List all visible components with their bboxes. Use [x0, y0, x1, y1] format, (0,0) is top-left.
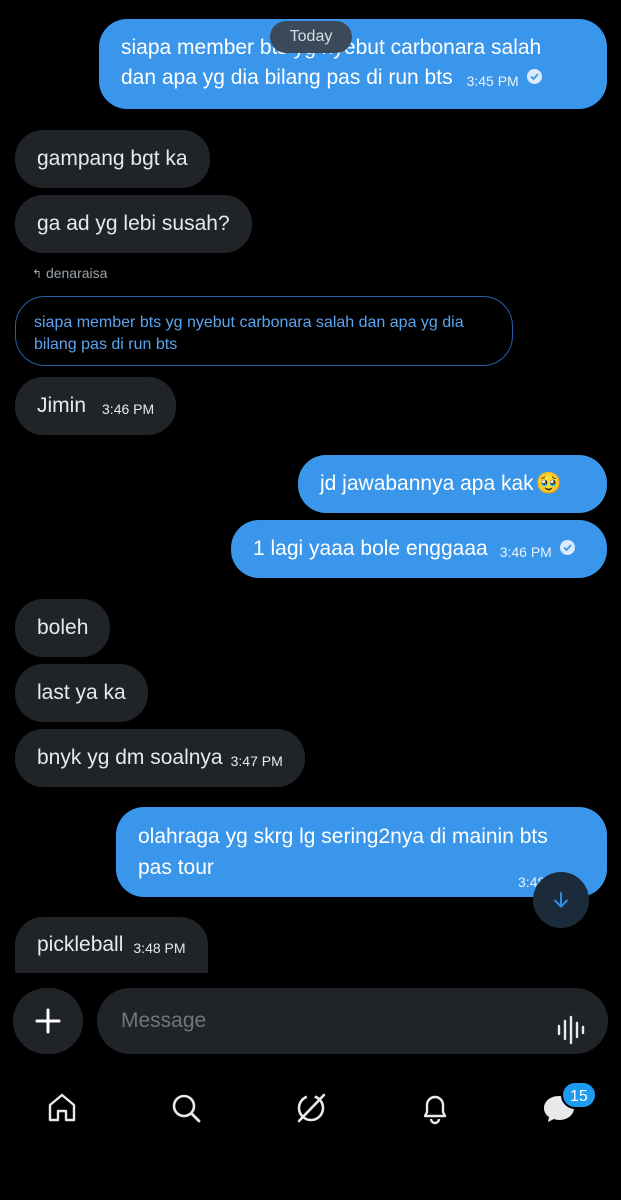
add-attachment-button[interactable]: [13, 988, 83, 1054]
reply-username: denaraisa: [45, 265, 108, 281]
message-bubble-incoming[interactable]: last ya ka: [15, 664, 148, 722]
notifications-icon: [423, 1095, 447, 1125]
message-placeholder: Message: [121, 1009, 207, 1032]
message-timestamp: 3:47 PM: [230, 753, 283, 769]
message-timestamp: 3:45 PM: [466, 73, 519, 89]
arrow-down-icon: [554, 892, 568, 908]
quoted-message[interactable]: siapa member bts yg nyebut carbonara sal…: [15, 296, 513, 366]
message-bubble-outgoing[interactable]: siapa member bts yg nyebut carbonara sal…: [99, 19, 607, 109]
plus-icon: [35, 1008, 61, 1034]
bottom-tab-bar: [0, 1080, 621, 1136]
message-bubble-incoming[interactable]: gampang bgt ka: [15, 130, 210, 188]
voice-message-icon[interactable]: [556, 1006, 588, 1072]
tab-search[interactable]: [158, 1080, 214, 1136]
home-icon: [48, 1093, 76, 1122]
search-icon: [172, 1094, 201, 1123]
message-timestamp: 3:48 PM: [133, 940, 186, 956]
message-bubble-outgoing[interactable]: 1 lagi yaaa bole enggaaa 3:46 PM: [231, 520, 607, 578]
message-text: Jimin: [37, 394, 87, 417]
message-bubble-incoming[interactable]: Jimin 3:46 PM: [15, 377, 177, 435]
message-text: gampang bgt ka: [37, 147, 188, 170]
date-divider: Today: [270, 21, 352, 53]
message-text: 1 lagi yaaa bole enggaaa: [253, 537, 488, 560]
scroll-to-bottom-button[interactable]: [533, 872, 589, 928]
tab-grok[interactable]: [283, 1080, 339, 1136]
grok-icon: [297, 1093, 326, 1123]
message-text: bnyk yg dm soalnya: [37, 746, 223, 769]
message-text: siapa member bts yg nyebut carbonara sal…: [121, 36, 542, 59]
message-bubble-incoming[interactable]: boleh: [15, 599, 111, 657]
sent-check-icon: [559, 539, 575, 555]
message-bubble-incoming[interactable]: ga ad yg lebi susah?: [15, 195, 252, 253]
sent-check-icon: [526, 68, 542, 84]
message-text: pas tour: [138, 856, 214, 879]
message-text: boleh: [37, 616, 89, 639]
reply-arrow-icon: ↰: [32, 267, 43, 281]
message-bubble-incoming[interactable]: pickleball 3:48 PM: [15, 917, 208, 973]
reply-context-label: ↰ denaraisa: [32, 265, 107, 281]
message-bubble-outgoing[interactable]: olahraga yg skrg lg sering2nya di mainin…: [116, 807, 607, 897]
tab-notifications[interactable]: [407, 1080, 463, 1136]
messages-count-badge: 15: [561, 1081, 597, 1109]
message-input[interactable]: Message: [97, 988, 608, 1054]
message-timestamp: 3:46 PM: [499, 544, 552, 560]
tab-home[interactable]: [34, 1080, 90, 1136]
message-bubble-incoming[interactable]: bnyk yg dm soalnya 3:47 PM: [15, 729, 305, 787]
message-timestamp: 3:46 PM: [102, 401, 155, 417]
message-text: last ya ka: [37, 681, 126, 704]
message-text: pickleball: [37, 933, 124, 956]
message-text: ga ad yg lebi susah?: [37, 212, 230, 235]
message-text: jd jawabannya apa kak: [320, 472, 534, 495]
message-text: olahraga yg skrg lg sering2nya di mainin…: [138, 825, 548, 848]
message-bubble-outgoing[interactable]: jd jawabannya apa kak🥹: [298, 455, 607, 513]
pleading-face-emoji: 🥹: [535, 472, 562, 495]
message-text: dan apa yg dia bilang pas di run bts: [121, 66, 453, 89]
